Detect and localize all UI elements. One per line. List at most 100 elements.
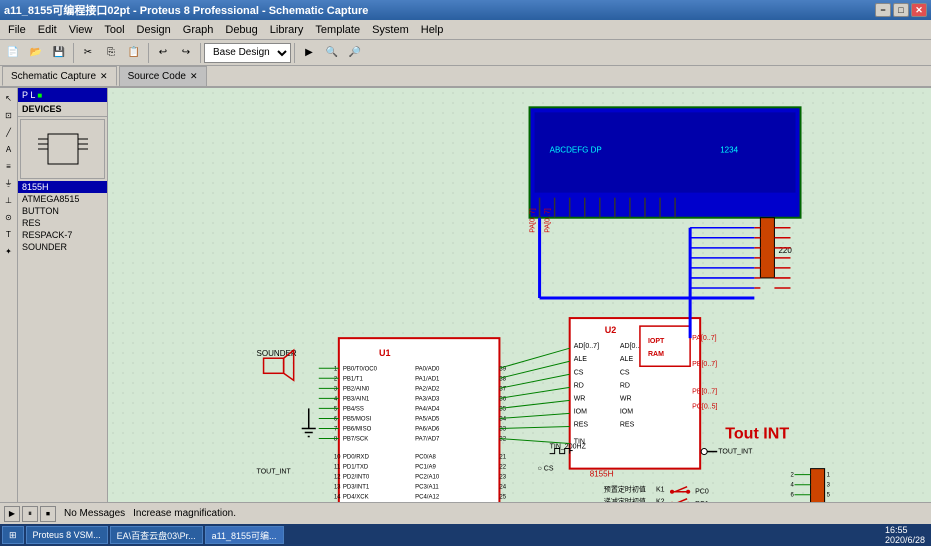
undo-button[interactable]: ↩	[152, 42, 174, 64]
preview-svg	[38, 124, 88, 174]
step-button[interactable]: ⏸	[22, 506, 38, 522]
taskbar-app-explorer[interactable]: EA\百查云盘03\Pr...	[110, 526, 203, 544]
note1-label: 预置定时初值	[604, 485, 646, 494]
menu-graph[interactable]: Graph	[177, 22, 220, 38]
u2-chip-label: 8155H	[590, 470, 614, 479]
device-item-atmega8515[interactable]: ATMEGA8515	[18, 193, 107, 205]
tin-label: TIN_200HZ	[550, 444, 587, 451]
svg-text:PA1/AD1: PA1/AD1	[415, 376, 440, 382]
menu-design[interactable]: Design	[131, 22, 177, 38]
new-button[interactable]: 📄	[2, 42, 24, 64]
taskbar-app-schematic[interactable]: a11_8155可编...	[205, 526, 284, 544]
svg-text:11: 11	[334, 465, 341, 471]
svg-text:PC1: PC1	[695, 501, 709, 502]
taskbar: ⊞ Proteus 8 VSM... EA\百查云盘03\Pr... a11_8…	[0, 524, 931, 546]
label-tool[interactable]: A	[1, 141, 17, 157]
svg-text:10: 10	[334, 455, 341, 461]
svg-text:4: 4	[334, 396, 338, 402]
menu-tool[interactable]: Tool	[98, 22, 130, 38]
svg-text:CS: CS	[620, 369, 630, 376]
open-button[interactable]: 📂	[25, 42, 47, 64]
sounder-label: SOUNDER	[257, 349, 297, 358]
menu-template[interactable]: Template	[309, 22, 366, 38]
svg-text:23: 23	[499, 475, 506, 481]
tab-schematic-label: Schematic Capture	[11, 71, 96, 82]
svg-text:34: 34	[499, 416, 506, 422]
text-tool[interactable]: T	[1, 226, 17, 242]
menu-help[interactable]: Help	[415, 22, 450, 38]
svg-text:PA6/AD6: PA6/AD6	[415, 426, 440, 432]
svg-text:13: 13	[334, 485, 341, 491]
svg-text:IOM: IOM	[574, 408, 587, 415]
tab-source-label: Source Code	[128, 71, 186, 82]
res-pack-220	[760, 218, 774, 278]
design-dropdown[interactable]: Base Design	[204, 43, 291, 63]
close-button[interactable]: ✕	[911, 3, 927, 17]
playback-controls: ▶ ⏸ ⏹	[4, 506, 56, 522]
maximize-button[interactable]: □	[893, 3, 909, 17]
menu-bar: FileEditViewToolDesignGraphDebugLibraryT…	[0, 20, 931, 40]
device-item-8155h[interactable]: 8155H	[18, 181, 107, 193]
menu-edit[interactable]: Edit	[32, 22, 63, 38]
terminal-tool[interactable]: ⊥	[1, 192, 17, 208]
tab-schematic-close[interactable]: ✕	[100, 71, 108, 82]
start-button[interactable]: ⊞	[2, 526, 24, 544]
svg-text:PA[0..7]: PA[0..7]	[692, 335, 716, 342]
menu-library[interactable]: Library	[264, 22, 310, 38]
tab-source-close[interactable]: ✕	[190, 71, 198, 82]
svg-text:14: 14	[334, 495, 341, 501]
svg-text:PD2/INT0: PD2/INT0	[343, 475, 370, 481]
power-tool[interactable]: ⏚	[1, 175, 17, 191]
left-toolbar: ↖ ⊡ ╱ A ≡ ⏚ ⊥ ⊙ T ✦	[0, 88, 18, 502]
paste-button[interactable]: 📋	[123, 42, 145, 64]
svg-text:5: 5	[827, 493, 831, 499]
svg-text:PC0: PC0	[695, 489, 709, 496]
svg-text:PB3/AIN1: PB3/AIN1	[343, 396, 370, 402]
svg-text:PB2/AIN0: PB2/AIN0	[343, 386, 370, 392]
device-item-respack-7[interactable]: RESPACK-7	[18, 229, 107, 241]
svg-text:4: 4	[790, 483, 794, 489]
zoom-out-button[interactable]: 🔎	[344, 42, 366, 64]
play-button[interactable]: ▶	[4, 506, 20, 522]
tab-bar: Schematic Capture ✕ Source Code ✕	[0, 66, 931, 88]
minimize-button[interactable]: −	[875, 3, 891, 17]
select-tool[interactable]: ↖	[1, 90, 17, 106]
sep2	[148, 43, 149, 63]
zoom-in-button[interactable]: 🔍	[321, 42, 343, 64]
windows-icon: ⊞	[9, 530, 17, 541]
svg-text:PA3/AD3: PA3/AD3	[415, 396, 440, 402]
canvas-area[interactable]: ABCDEFG DP 1234 PA[0..7] PA[0..7] 220	[108, 88, 931, 502]
device-item-res[interactable]: RES	[18, 217, 107, 229]
pa07-top-label: PA[0..7]	[530, 208, 537, 232]
save-button[interactable]: 💾	[48, 42, 70, 64]
taskbar-app-proteus[interactable]: Proteus 8 VSM...	[26, 526, 108, 544]
svg-text:22: 22	[499, 465, 506, 471]
tab-source[interactable]: Source Code ✕	[119, 66, 207, 86]
menu-file[interactable]: File	[2, 22, 32, 38]
svg-text:PC4/A12: PC4/A12	[415, 495, 440, 501]
wire-tool[interactable]: ╱	[1, 124, 17, 140]
menu-view[interactable]: View	[63, 22, 99, 38]
svg-text:8: 8	[334, 437, 338, 443]
sep3	[200, 43, 201, 63]
svg-text:2: 2	[334, 376, 338, 382]
svg-text:5: 5	[334, 406, 338, 412]
cut-button[interactable]: ✂	[77, 42, 99, 64]
menu-debug[interactable]: Debug	[219, 22, 263, 38]
copy-button[interactable]: ⎘	[100, 42, 122, 64]
bus-tool[interactable]: ≡	[1, 158, 17, 174]
device-item-sounder[interactable]: SOUNDER	[18, 241, 107, 253]
marker-tool[interactable]: ✦	[1, 243, 17, 259]
sep4	[294, 43, 295, 63]
stop-button[interactable]: ⏹	[40, 506, 56, 522]
redo-button[interactable]: ↪	[175, 42, 197, 64]
probe-tool[interactable]: ⊙	[1, 209, 17, 225]
run-button[interactable]: ▶	[298, 42, 320, 64]
component-tool[interactable]: ⊡	[1, 107, 17, 123]
tab-schematic[interactable]: Schematic Capture ✕	[2, 66, 117, 86]
toolbar: 📄 📂 💾 ✂ ⎘ 📋 ↩ ↪ Base Design ▶ 🔍 🔎	[0, 40, 931, 66]
menu-system[interactable]: System	[366, 22, 415, 38]
svg-text:PA5/AD5: PA5/AD5	[415, 416, 440, 422]
iopt-ram-box	[640, 326, 690, 366]
device-item-button[interactable]: BUTTON	[18, 205, 107, 217]
